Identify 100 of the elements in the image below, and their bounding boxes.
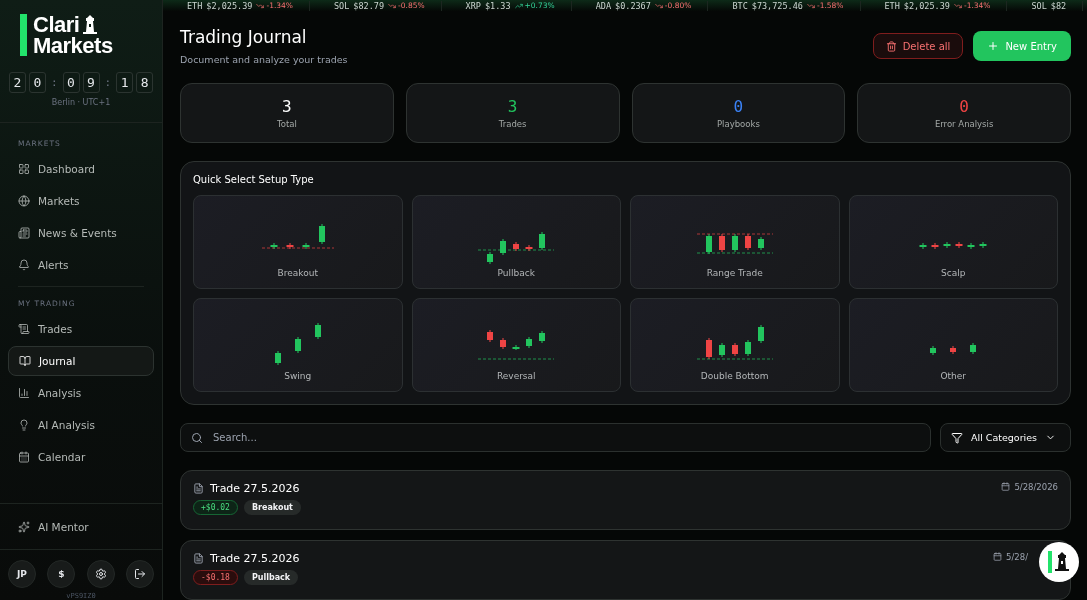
profile-button[interactable]: $ <box>47 560 76 588</box>
document-icon <box>193 483 204 494</box>
nav-item[interactable]: Calendar <box>8 442 154 472</box>
setup-card[interactable]: Pullback <box>411 195 621 289</box>
trend-up-icon <box>514 1 523 10</box>
plus-icon <box>987 40 1000 52</box>
entry-title: Trade 27.5.2026 <box>210 482 300 495</box>
lighthouse-icon <box>1053 552 1070 572</box>
ticker-symbol: ETH <box>884 0 900 11</box>
ticker-price: $0.2367 <box>615 0 651 11</box>
delete-all-button[interactable]: Delete all <box>872 33 964 59</box>
logo-text: Markets <box>33 35 113 56</box>
ticker-price: $82.79 <box>353 0 385 11</box>
category-dropdown[interactable]: All Categories <box>940 423 1071 452</box>
ticker-symbol: ETH <box>187 0 203 11</box>
ticker-price: $2,025.39 <box>903 0 950 11</box>
nav-item[interactable]: AI Mentor <box>0 504 162 550</box>
nav-item[interactable]: Markets <box>8 186 154 216</box>
nav-item[interactable]: Trades <box>8 314 154 344</box>
journal-entry[interactable]: Trade 27.5.2026 +$0.02 Breakout 5/28/2026 <box>180 470 1071 530</box>
nav-item[interactable]: Dashboard <box>8 154 154 184</box>
ticker-symbol: ADA <box>595 0 612 11</box>
clock-digit: 9 <box>82 72 100 93</box>
clock-digit: 2 <box>8 72 26 93</box>
logo-bar <box>20 14 27 56</box>
setup-label: Swing <box>284 371 312 381</box>
setup-tag: Pullback <box>243 570 299 585</box>
clock-digit: 8 <box>136 72 154 93</box>
lightbulb-icon <box>18 419 30 431</box>
candlestick-drawing <box>273 322 322 366</box>
trend-down-icon <box>388 1 397 10</box>
setup-card[interactable]: Reversal <box>411 298 621 392</box>
journal-entry[interactable]: Trade 27.5.2026 -$0.18 Pullback 5/28/ <box>180 540 1071 600</box>
ticker-price: $82 <box>1050 0 1067 11</box>
stat-label: Trades <box>498 119 527 129</box>
logo-bar <box>1048 551 1052 573</box>
trend-down-icon <box>806 1 815 10</box>
stat-label: Playbooks <box>716 119 760 129</box>
lighthouse-icon <box>82 15 99 35</box>
setup-card[interactable]: Scalp <box>848 195 1058 289</box>
clock-digit: 0 <box>62 72 80 93</box>
trash-icon <box>885 40 897 52</box>
stat-label: Error Analysis <box>934 119 994 129</box>
setup-card[interactable]: Breakout <box>193 195 403 289</box>
search-input[interactable]: Search... <box>211 431 920 444</box>
nav-item[interactable]: Journal <box>8 346 154 376</box>
calendar-icon <box>18 451 30 463</box>
search-icon <box>191 431 203 444</box>
timezone-label: Berlin · UTC+1 <box>51 98 111 107</box>
filter-icon <box>951 431 963 444</box>
setup-label: Breakout <box>277 268 318 278</box>
setup-card[interactable]: Range Trade <box>630 195 840 289</box>
ticker-price: $1.33 <box>484 0 511 11</box>
ticker-price: $2,025.39 <box>206 0 253 11</box>
setup-tag: Breakout <box>243 500 301 515</box>
scroll-icon <box>18 323 30 335</box>
document-icon <box>193 553 204 564</box>
ticker-symbol: SOL <box>1031 0 1047 11</box>
candlestick-drawing <box>929 342 978 356</box>
nav-item[interactable]: AI Analysis <box>8 410 154 440</box>
trend-down-icon <box>654 1 663 10</box>
setup-label: Scalp <box>941 268 966 278</box>
setup-label: Reversal <box>496 371 536 381</box>
stat-value: 3 <box>282 97 292 116</box>
pnl-badge: +$0.02 <box>193 500 238 515</box>
stat-value: 0 <box>959 97 969 116</box>
bell-icon <box>18 259 30 271</box>
stat-label: Total <box>276 119 297 129</box>
logout-button[interactable] <box>126 560 154 588</box>
setup-label: Pullback <box>497 268 535 278</box>
setup-card[interactable]: Other <box>848 298 1058 392</box>
page-subtitle: Document and analyze your trades <box>180 54 348 65</box>
entry-date: 5/28/ <box>1006 552 1028 562</box>
setup-label: Other <box>940 371 967 381</box>
clock-digit: 1 <box>116 72 134 93</box>
setup-label: Range Trade <box>706 268 763 278</box>
nav-item[interactable]: Alerts <box>8 250 154 280</box>
clock-separator: : <box>49 76 59 89</box>
search-field[interactable]: Search... <box>180 423 931 452</box>
profile-button[interactable]: JP <box>8 560 36 588</box>
ticker-symbol: BTC <box>732 0 748 11</box>
globe-icon <box>18 195 30 207</box>
calendar-icon <box>993 552 1003 561</box>
trend-down-icon <box>256 1 265 10</box>
settings-button[interactable] <box>86 560 115 588</box>
nav-item[interactable]: Analysis <box>8 378 154 408</box>
book-icon <box>19 355 31 367</box>
setup-card[interactable]: Double Bottom <box>630 298 840 392</box>
logout-icon <box>134 568 146 580</box>
setup-label: Double Bottom <box>700 371 769 381</box>
entry-date: 5/28/2026 <box>1014 482 1058 492</box>
nav-item[interactable]: News & Events <box>8 218 154 248</box>
calendar-icon <box>1001 482 1011 491</box>
trend-down-icon <box>953 1 962 10</box>
page-title: Trading Journal <box>180 27 308 47</box>
assistant-button[interactable] <box>1039 542 1079 582</box>
panel-title: Quick Select Setup Type <box>193 174 315 185</box>
setup-card[interactable]: Swing <box>193 298 403 392</box>
bar-chart-icon <box>18 387 30 399</box>
clock-digit: 0 <box>28 72 46 93</box>
